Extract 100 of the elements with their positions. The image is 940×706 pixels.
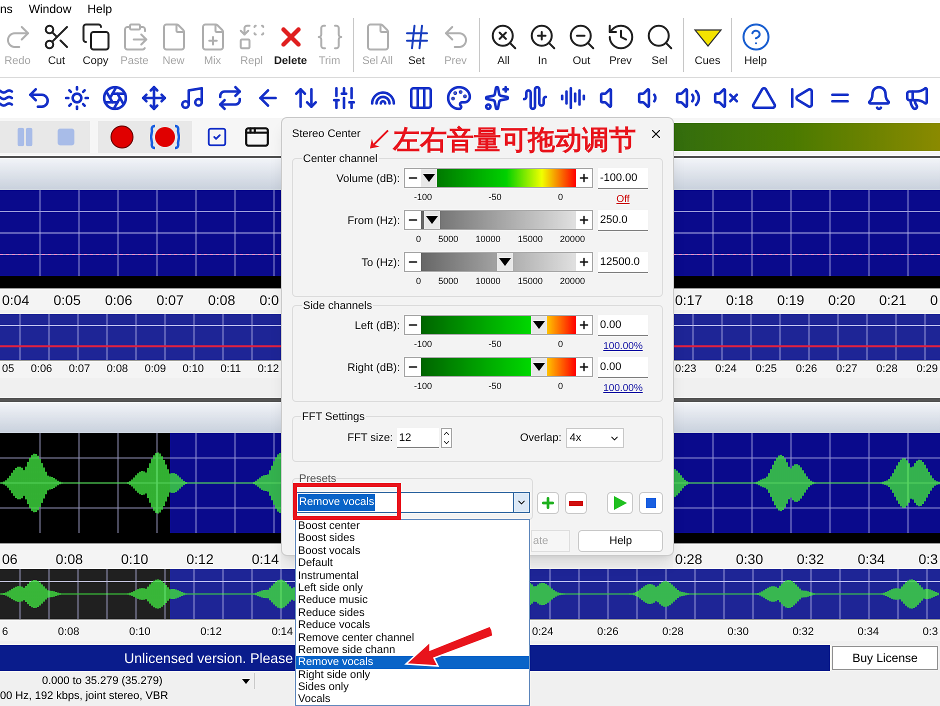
slider-thumb[interactable] xyxy=(530,358,547,376)
time-label: 0:27 xyxy=(836,364,858,377)
speaker-loud-icon[interactable] xyxy=(674,85,701,111)
dropdown-option[interactable]: Vocals xyxy=(296,693,330,705)
buy-license-button[interactable]: Buy License xyxy=(832,646,938,670)
sparkle-icon[interactable] xyxy=(484,85,510,111)
toolbar-button[interactable]: Cut xyxy=(37,18,76,72)
waveform-panel[interactable] xyxy=(0,190,281,276)
waveform-panel[interactable] xyxy=(673,433,940,533)
add-preset-button[interactable] xyxy=(537,492,559,514)
toolbar-button[interactable]: Copy xyxy=(76,18,115,72)
toolbar-button[interactable]: Sel xyxy=(640,18,679,72)
value-link[interactable]: Off xyxy=(616,192,630,207)
checkbox-toggle-icon[interactable] xyxy=(206,126,228,148)
dropdown-option[interactable]: Remove center channel xyxy=(296,632,414,644)
bell-icon[interactable] xyxy=(866,85,892,111)
time-label: 0:14 xyxy=(252,552,279,569)
dropdown-option[interactable]: Instrumental xyxy=(296,570,359,582)
menu-item[interactable]: Help xyxy=(87,0,112,18)
skip-back-icon[interactable] xyxy=(789,85,816,111)
value-field[interactable]: 250.0 xyxy=(598,210,648,231)
spinner[interactable] xyxy=(441,428,452,448)
time-label: 0:07 xyxy=(156,293,184,310)
toolbar-button[interactable]: Prev xyxy=(601,18,640,72)
close-icon[interactable] xyxy=(649,127,663,141)
megaphone-icon[interactable] xyxy=(904,85,930,111)
time-label: 0:14 xyxy=(272,627,293,640)
dropdown-option[interactable]: Sides only xyxy=(296,681,349,694)
toolbar-button[interactable]: Set xyxy=(397,18,436,72)
toolbar-button[interactable]: Delete xyxy=(271,18,310,72)
waveform-panel[interactable] xyxy=(673,190,940,276)
waveform-panel[interactable] xyxy=(0,433,281,533)
time-label: 0:08 xyxy=(56,552,83,569)
slider-thumb[interactable] xyxy=(497,253,514,271)
repeat-arrows-icon[interactable] xyxy=(216,85,243,111)
selection-select[interactable]: 0.000 to 35.279 (35.279) xyxy=(0,672,255,690)
music-note-icon[interactable] xyxy=(178,85,205,111)
waveform-panel[interactable] xyxy=(0,314,281,360)
value-field[interactable]: 0.00 xyxy=(598,357,648,378)
stop-button[interactable] xyxy=(639,492,663,514)
record-braces-icon[interactable] xyxy=(150,124,180,150)
record-icon[interactable] xyxy=(110,125,134,149)
value-field[interactable]: -100.00 xyxy=(598,168,648,189)
dropdown-option[interactable]: Remove side chann xyxy=(296,644,396,656)
aperture-icon[interactable] xyxy=(102,85,128,111)
speaker-mute-icon[interactable] xyxy=(712,85,739,111)
slider-thumb[interactable] xyxy=(530,316,547,334)
toolbar-button[interactable]: In xyxy=(523,18,562,72)
history-icon xyxy=(606,22,636,52)
remove-preset-button[interactable] xyxy=(565,492,587,514)
sun-icon[interactable] xyxy=(64,85,90,111)
four-way-arrow-icon[interactable] xyxy=(140,85,167,111)
slider-thumb[interactable] xyxy=(421,169,437,187)
time-label: 6 xyxy=(2,627,8,640)
dropdown-option[interactable]: Default xyxy=(296,557,333,570)
annotation-text: ↙左右音量可拖动调节 xyxy=(366,126,636,155)
preset-combobox[interactable]: Remove vocals xyxy=(295,492,530,513)
scale-label: 0 xyxy=(416,275,422,287)
up-down-arrow-icon[interactable] xyxy=(293,85,320,111)
menu-item[interactable]: ns xyxy=(0,0,13,18)
slider-label: Volume (dB): xyxy=(335,172,401,187)
dropdown-option[interactable]: Right side only xyxy=(296,668,370,682)
toolbar-button[interactable]: All xyxy=(484,18,523,72)
dropdown-option[interactable]: Reduce sides xyxy=(296,606,365,620)
time-label: 0:19 xyxy=(777,293,804,310)
triangle-icon[interactable] xyxy=(751,85,778,111)
value-field[interactable]: 0.00 xyxy=(598,315,648,336)
waveform-panel[interactable] xyxy=(0,569,295,619)
stop-icon xyxy=(646,498,656,508)
audio-waveform-icon[interactable] xyxy=(522,85,548,111)
dropdown-option[interactable]: Reduce vocals xyxy=(296,619,370,632)
dropdown-arrow-icon xyxy=(242,678,250,684)
toolbar-button[interactable]: Out xyxy=(562,18,601,72)
value-link[interactable]: 100.00% xyxy=(603,381,643,396)
time-label: 0:30 xyxy=(727,627,749,640)
dropdown-option[interactable]: Remove vocals xyxy=(296,656,374,669)
time-label: 06 xyxy=(2,552,18,569)
dropdown-option[interactable]: Boost sides xyxy=(296,532,355,545)
time-label: 0:3 xyxy=(918,552,938,569)
columns-icon[interactable] xyxy=(408,85,434,111)
menu-item[interactable]: Window xyxy=(28,0,72,18)
value-field[interactable]: 12500.0 xyxy=(598,252,648,273)
audio-lines-icon[interactable] xyxy=(560,85,586,111)
scale-label: -100 xyxy=(414,338,432,350)
dropdown-option[interactable]: Boost vocals xyxy=(296,544,360,558)
overlap-select[interactable]: 4x xyxy=(566,428,624,448)
dropdown-option[interactable]: Reduce music xyxy=(296,594,368,607)
toolbar-button[interactable]: Help xyxy=(736,18,775,72)
toolbar-button[interactable]: Cues xyxy=(688,18,727,72)
fft-size-field[interactable]: 12 xyxy=(397,428,439,448)
sliders-icon[interactable] xyxy=(331,85,358,111)
waveform-panel[interactable] xyxy=(673,314,940,360)
palette-icon[interactable] xyxy=(446,85,472,111)
value-link[interactable]: 100.00% xyxy=(603,339,643,354)
slider-thumb[interactable] xyxy=(424,211,440,229)
dropdown-option[interactable]: Boost center xyxy=(296,520,360,532)
license-banner: Unlicensed version. Please xyxy=(0,645,295,671)
dropdown-option[interactable]: Left side only xyxy=(296,582,363,594)
help-button[interactable]: Help xyxy=(578,530,663,552)
waveform-panel[interactable] xyxy=(530,569,940,619)
